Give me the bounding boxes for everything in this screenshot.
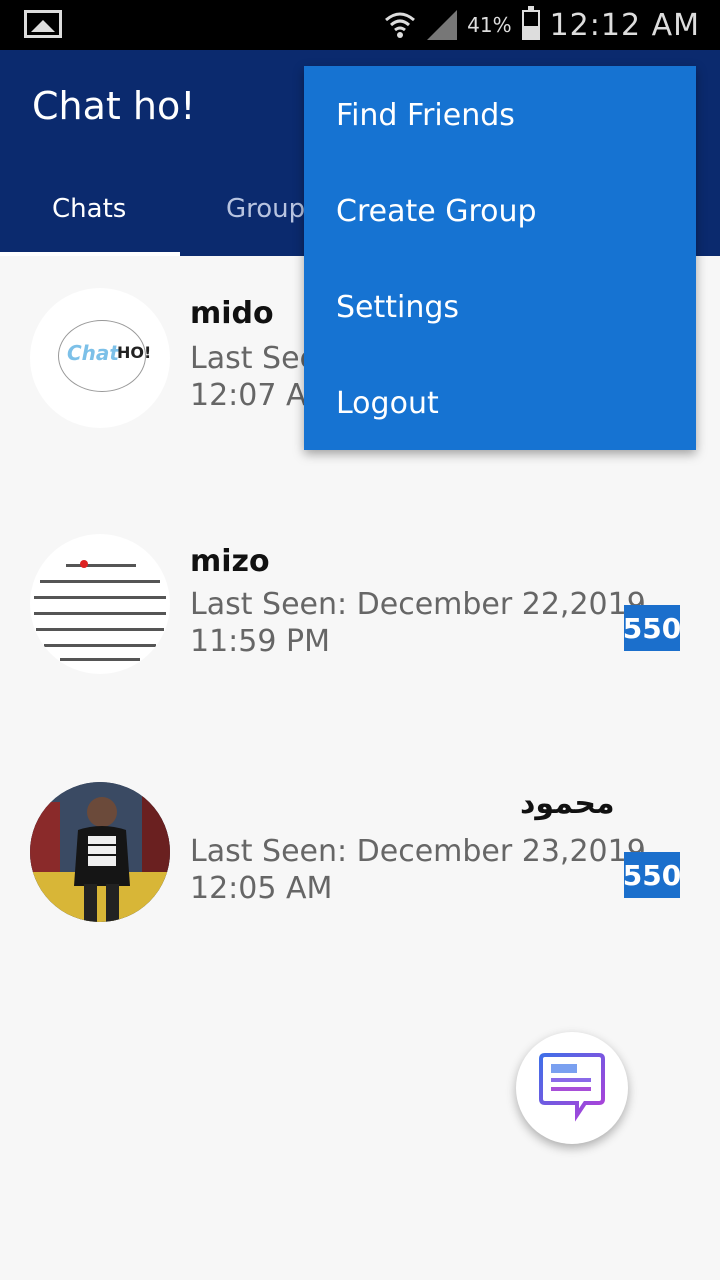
menu-item-create-group[interactable]: Create Group: [336, 194, 537, 229]
signal-icon: [427, 10, 458, 40]
chat-last-seen-time: 12:05 AM: [190, 871, 333, 906]
logo-word-chat: Chat: [67, 341, 119, 365]
wifi-icon: [383, 8, 417, 42]
new-message-icon: [539, 1053, 605, 1122]
chat-name: mido: [190, 296, 274, 331]
overflow-menu: Find Friends Create Group Settings Logou…: [304, 66, 696, 450]
chat-last-seen: Last Seen: December 23,2019: [190, 834, 646, 869]
chat-ho-logo: Chat HO!: [58, 320, 151, 392]
app-title: Chat ho!: [32, 84, 196, 128]
status-time: 12:12 AM: [549, 7, 700, 43]
chat-row-mahmoud[interactable]: محمود Last Seen: December 23,2019 12:05 …: [0, 776, 720, 926]
avatar[interactable]: Chat HO!: [30, 288, 170, 428]
tab-indicator: [0, 252, 180, 256]
battery-icon: [521, 6, 540, 40]
menu-item-find-friends[interactable]: Find Friends: [336, 98, 515, 133]
chat-name: محمود: [520, 786, 615, 821]
menu-item-logout[interactable]: Logout: [336, 386, 439, 421]
chat-last-seen-time: 11:59 PM: [190, 624, 330, 659]
new-message-button[interactable]: [516, 1032, 628, 1144]
chat-name: mizo: [190, 544, 270, 579]
status-icons: 41% 12:12 AM: [383, 0, 700, 50]
gallery-icon: [24, 10, 62, 38]
unread-badge: 550: [623, 852, 681, 898]
chat-last-seen: Last Seen: December 22,2019: [190, 587, 646, 622]
avatar[interactable]: [30, 782, 170, 922]
status-bar: 41% 12:12 AM: [0, 0, 720, 50]
battery-percent: 41%: [467, 13, 512, 37]
logo-word-ho: HO!: [117, 343, 152, 362]
chat-row-mizo[interactable]: mizo Last Seen: December 22,2019 11:59 P…: [0, 530, 720, 680]
tab-chats[interactable]: Chats: [52, 194, 126, 224]
person-photo: [30, 782, 170, 922]
unread-badge: 550: [623, 605, 681, 651]
menu-item-settings[interactable]: Settings: [336, 290, 459, 325]
avatar[interactable]: [30, 534, 170, 674]
arabic-text-image: [30, 534, 170, 674]
